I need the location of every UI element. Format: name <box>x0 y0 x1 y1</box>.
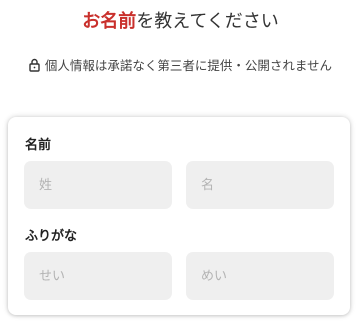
name-form-card: 名前 ふりがな <box>8 117 350 315</box>
first-name-kana-input[interactable] <box>186 252 334 300</box>
name-label: 名前 <box>25 138 52 153</box>
page-title-accent: お名前 <box>82 11 137 32</box>
name-entry-page: お名前を教えてください 個人情報は承諾なく第三者に提供・公開されません 名前 ふ… <box>0 0 361 327</box>
furigana-label: ふりがな <box>25 229 78 244</box>
page-title: お名前を教えてください <box>0 8 361 36</box>
lock-icon <box>29 58 40 72</box>
privacy-notice-text: 個人情報は承諾なく第三者に提供・公開されません <box>44 58 333 73</box>
last-name-input[interactable] <box>24 161 172 209</box>
privacy-notice: 個人情報は承諾なく第三者に提供・公開されません <box>0 55 361 74</box>
last-name-kana-input[interactable] <box>24 252 172 300</box>
page-title-rest: を教えてください <box>136 11 279 32</box>
first-name-input[interactable] <box>186 161 334 209</box>
